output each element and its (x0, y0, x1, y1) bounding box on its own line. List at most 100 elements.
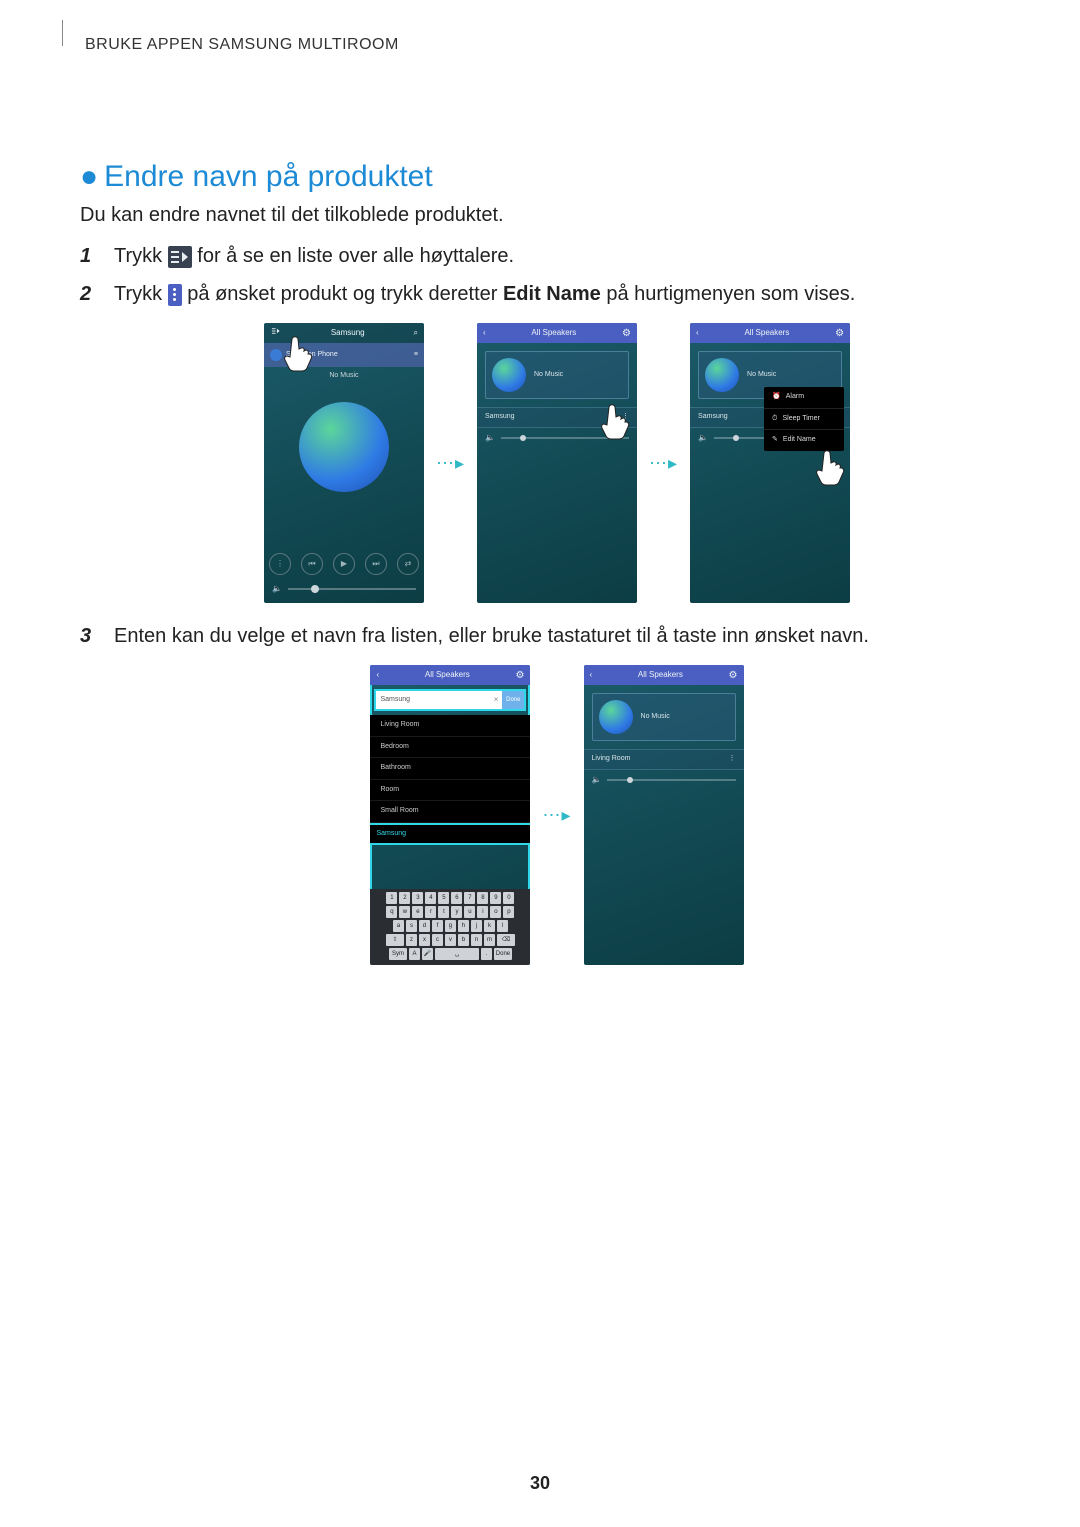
step3-text: Enten kan du velge et navn fra listen, e… (114, 625, 869, 647)
tap-hand-icon (595, 401, 635, 441)
heading-text: Endre navn på produktet (104, 160, 433, 193)
bullet-icon: ● (80, 160, 98, 193)
list-item[interactable]: Small Room (370, 801, 530, 823)
volume-track (607, 779, 735, 781)
back-icon: ‹ (696, 327, 699, 339)
gear-icon: ⚙ (622, 326, 631, 341)
page-number: 30 (0, 1473, 1080, 1494)
tap-hand-icon (810, 447, 850, 487)
s3-title: All Speakers (744, 327, 789, 339)
s2-card: No Music (485, 351, 629, 399)
tap-hand-icon (278, 333, 318, 373)
menu-sleep-label: Sleep Timer (783, 414, 820, 425)
list-item[interactable]: Bedroom (370, 737, 530, 759)
s5-speaker-label: Living Room ⋮ (584, 749, 744, 770)
screenshot-speakers: ‹ All Speakers ⚙ No Music Samsung ⋮ (477, 323, 637, 603)
step-3: Enten kan du velge et navn fra listen, e… (80, 621, 1000, 965)
overflow-icon: ⋮ (729, 754, 736, 765)
keyboard-input-bar: Samsung (370, 823, 530, 846)
name-input-row: Samsung × Done (374, 689, 526, 711)
album-art-orb (492, 358, 526, 392)
steps-list: Trykk for å se en liste over alle høytta… (80, 241, 1000, 965)
step2-bold: Edit Name (503, 283, 601, 305)
s4-topbar: ‹ All Speakers ⚙ (370, 665, 530, 685)
s5-speaker-name: Living Room (592, 754, 631, 765)
sym-key[interactable]: Sym (389, 948, 407, 960)
play-icon: ▶ (333, 553, 355, 575)
content-area: ●Endre navn på produktet Du kan endre na… (80, 160, 1000, 965)
gear-icon: ⚙ (835, 326, 844, 341)
s5-card-text: No Music (641, 712, 670, 723)
step2-text-a: Trykk (114, 283, 168, 305)
on-screen-keyboard: 1234567890 qwertyuiop asdfghjkl ⇧zxcvbnm… (370, 889, 530, 965)
album-art-orb (705, 358, 739, 392)
step2-text-c: på hurtigmenyen som vises. (606, 283, 855, 305)
s5-card: No Music (592, 693, 736, 741)
flow-arrow-icon: ⋯▸ (542, 802, 571, 829)
menu-alarm[interactable]: ⏰Alarm (764, 387, 844, 409)
s5-topbar: ‹ All Speakers ⚙ (584, 665, 744, 685)
s2-card-text: No Music (534, 370, 563, 381)
speaker-list-icon (168, 246, 192, 268)
volume-icon: 🔈 (485, 432, 495, 444)
context-menu: ⏰Alarm ⏱Sleep Timer ✎Edit Name (764, 387, 844, 451)
step1-text-b: for å se en liste over alle høyttalere. (197, 245, 514, 267)
space-key[interactable]: ␣ (435, 948, 479, 960)
menu-edit-label: Edit Name (783, 435, 816, 446)
step-1: Trykk for å se en liste over alle høytta… (80, 241, 1000, 271)
screenshot-renamed: ‹ All Speakers ⚙ No Music Living Room ⋮ (584, 665, 744, 965)
done-button[interactable]: Done (502, 691, 524, 709)
lang-key[interactable]: A (409, 948, 420, 960)
backspace-key[interactable]: ⌫ (497, 934, 515, 946)
s3-card-text: No Music (747, 370, 776, 381)
album-art-orb (299, 402, 389, 492)
menu-icon: ≡ (414, 350, 418, 361)
more-icon: ⋮ (269, 553, 291, 575)
gear-icon: ⚙ (516, 668, 525, 683)
mic-key[interactable]: 🎤 (422, 948, 433, 960)
clock-icon: ⏰ (772, 392, 781, 403)
volume-track (288, 588, 416, 590)
player-controls: ⋮ ⏮ ▶ ⏭ ⇄ (264, 553, 424, 575)
next-icon: ⏭ (365, 553, 387, 575)
kbd-done-key[interactable]: Done (494, 948, 512, 960)
s2-topbar: ‹ All Speakers ⚙ (477, 323, 637, 343)
step2-screenshots: Samsung ⌕ Songs on Phone ≡ No Music ⋮ (114, 323, 1000, 603)
manual-page: BRUKE APPEN SAMSUNG MULTIROOM ●Endre nav… (0, 0, 1080, 1520)
volume-icon: 🔈 (592, 774, 602, 786)
search-icon: ⌕ (413, 327, 417, 339)
s5-speaker-vol: 🔈 (584, 770, 744, 790)
list-item[interactable]: Bathroom (370, 758, 530, 780)
screenshot-popup: ‹ All Speakers ⚙ No Music Samsung ⋮ (690, 323, 850, 603)
step1-text-a: Trykk (114, 245, 168, 267)
back-icon: ‹ (376, 669, 379, 681)
s2-title: All Speakers (531, 327, 576, 339)
step-2: Trykk på ønsket produkt og trykk derette… (80, 279, 1000, 603)
flow-arrow-icon: ⋯▸ (436, 450, 465, 477)
volume-icon: 🔈 (272, 583, 282, 595)
header-section-link[interactable]: BRUKE APPEN SAMSUNG MULTIROOM (85, 36, 399, 54)
album-art-orb (599, 700, 633, 734)
overflow-menu-icon (168, 284, 182, 306)
intro-text: Du kan endre navnet til det tilkoblede p… (80, 204, 1000, 227)
clear-icon[interactable]: × (490, 694, 502, 706)
shuffle-icon: ⇄ (397, 553, 419, 575)
step3-screenshots: ‹ All Speakers ⚙ Samsung × Done Living R… (114, 665, 1000, 965)
page-heading: ●Endre navn på produktet (80, 160, 1000, 194)
back-icon: ‹ (590, 669, 593, 681)
menu-sleep-timer[interactable]: ⏱Sleep Timer (764, 409, 844, 431)
name-input-value[interactable]: Samsung (376, 695, 490, 706)
volume-icon: 🔈 (698, 432, 708, 444)
volume-row: 🔈 (272, 583, 416, 595)
list-item[interactable]: Living Room (370, 715, 530, 737)
s3-speaker-name: Samsung (698, 412, 728, 423)
gear-icon: ⚙ (729, 668, 738, 683)
s5-title: All Speakers (638, 669, 683, 681)
s4-title: All Speakers (425, 669, 470, 681)
screenshot-player: Samsung ⌕ Songs on Phone ≡ No Music ⋮ (264, 323, 424, 603)
flow-arrow-icon: ⋯▸ (649, 450, 678, 477)
list-item[interactable]: Room (370, 780, 530, 802)
back-icon: ‹ (483, 327, 486, 339)
shift-key[interactable]: ⇧ (386, 934, 404, 946)
s1-title: Samsung (331, 327, 365, 339)
